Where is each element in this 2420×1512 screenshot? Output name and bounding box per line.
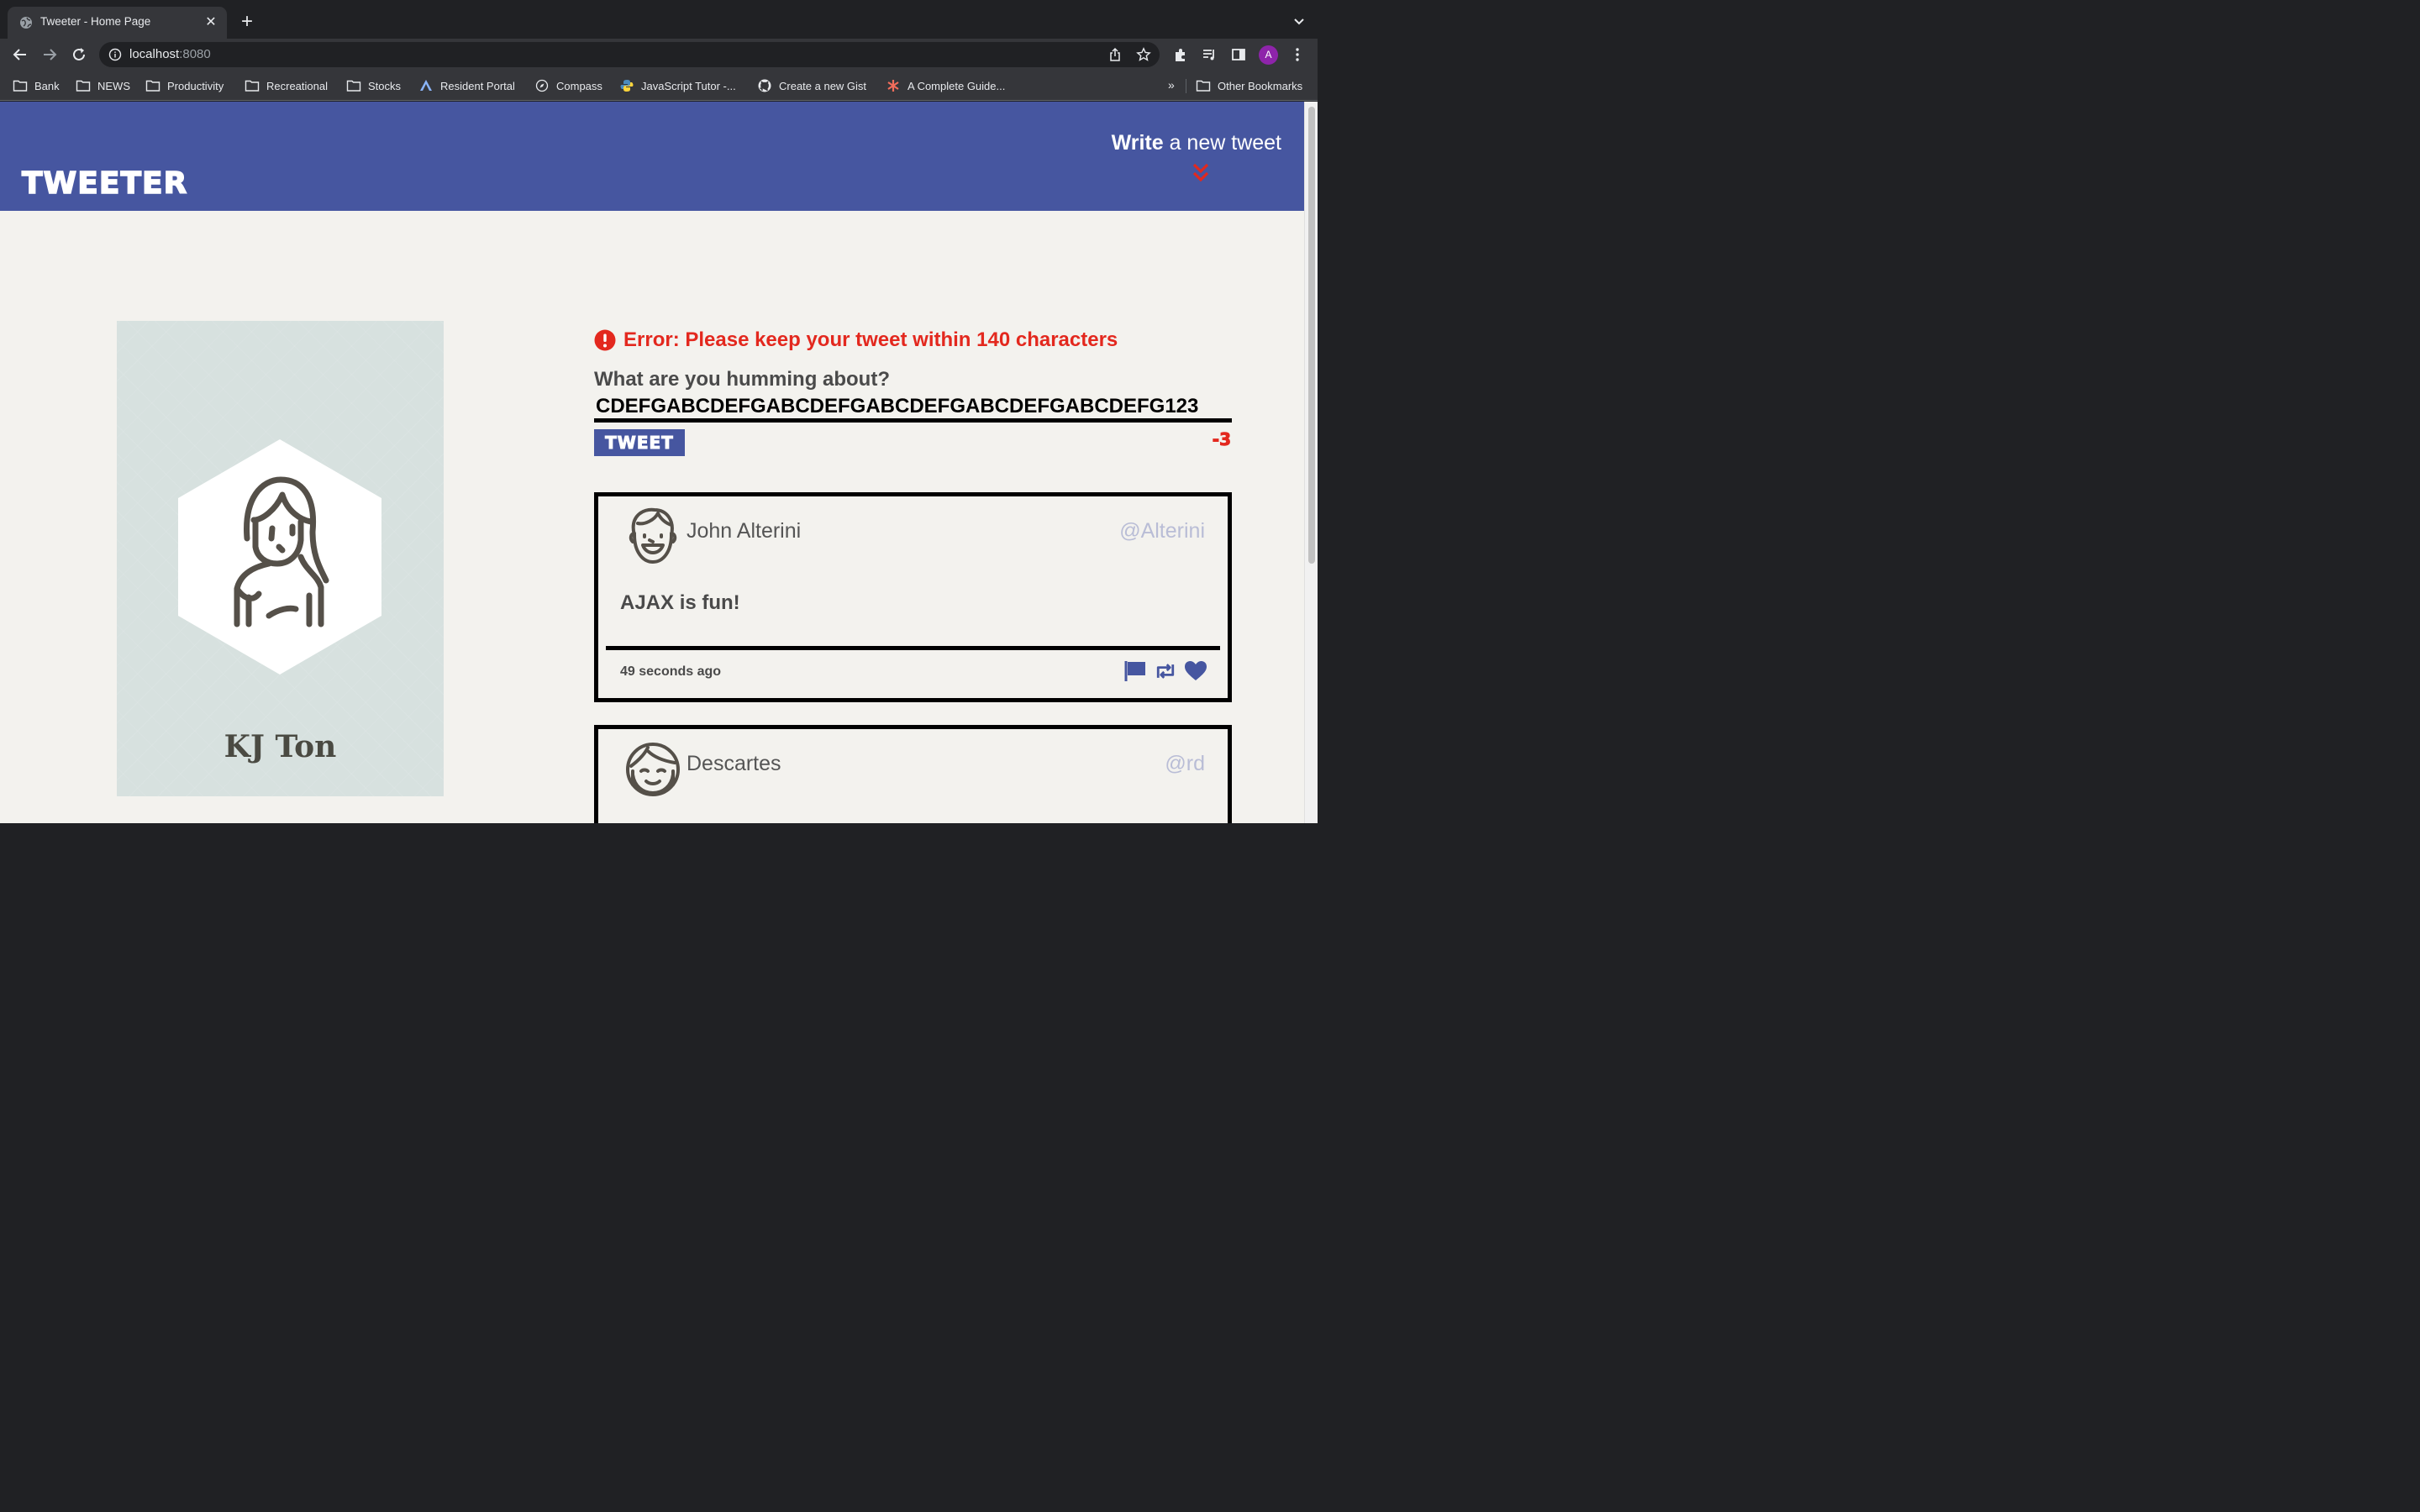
user-avatar <box>629 507 677 564</box>
heart-icon[interactable] <box>1184 660 1207 682</box>
folder-icon <box>76 80 91 92</box>
profile-card: KJ Ton <box>117 321 444 796</box>
chevron-down-icon[interactable] <box>1292 14 1306 28</box>
page-viewport: TWEETER Write a new tweet KJ Ton Error: … <box>0 102 1304 823</box>
tweet-author-handle: @Alterini <box>1119 519 1205 543</box>
bookmark-javascript-tutor[interactable]: JavaScript Tutor -... <box>619 78 736 93</box>
tweet-author-handle: @rd <box>1165 752 1205 775</box>
flag-icon[interactable] <box>1123 660 1147 682</box>
site-logo[interactable]: TWEETER <box>21 165 187 202</box>
user-avatar <box>626 743 680 796</box>
bookmark-star-icon[interactable] <box>1136 47 1151 62</box>
bookmark-complete-guide[interactable]: A Complete Guide... <box>886 78 1005 93</box>
tweet-textarea[interactable]: CDEFGABCDEFGABCDEFGABCDEFGABCDEFGABCDEFG… <box>594 394 1232 423</box>
retweet-icon[interactable] <box>1154 660 1177 682</box>
folder-icon <box>145 80 160 92</box>
more-menu-icon[interactable] <box>1290 47 1305 62</box>
share-icon[interactable] <box>1107 47 1123 62</box>
address-bar[interactable]: localhost:8080 <box>99 42 1160 67</box>
github-icon <box>758 79 771 92</box>
tab-strip: Tweeter - Home Page ✕ + <box>0 0 1318 39</box>
bookmark-stocks[interactable]: Stocks <box>346 78 401 93</box>
bookmark-compass[interactable]: Compass <box>534 78 602 93</box>
tweet-card: Descartes @rd <box>594 725 1232 823</box>
error-icon <box>594 329 616 351</box>
reload-icon[interactable] <box>70 45 88 64</box>
asterisk-icon <box>887 80 899 92</box>
tweet-card: John Alterini @Alterini AJAX is fun! 49 … <box>594 492 1232 702</box>
compass-icon <box>535 79 549 92</box>
tweet-author-name: John Alterini <box>687 519 802 543</box>
tweet-timestamp: 49 seconds ago <box>620 664 722 679</box>
new-tab-button[interactable]: + <box>238 12 256 32</box>
browser-toolbar: localhost:8080 A <box>0 39 1318 71</box>
bookmark-create-gist[interactable]: Create a new Gist <box>757 78 866 93</box>
python-icon <box>620 80 634 92</box>
bookmarks-overflow-button[interactable]: » <box>1168 78 1175 92</box>
page-scrollbar[interactable] <box>1304 102 1318 823</box>
forward-icon[interactable] <box>40 45 59 64</box>
tweet-button[interactable]: TWEET <box>594 429 685 456</box>
bookmark-bank[interactable]: Bank <box>13 78 60 93</box>
url-text: localhost:8080 <box>129 47 211 61</box>
compose-label: What are you humming about? <box>594 368 890 391</box>
character-counter: -3 <box>1212 429 1231 450</box>
tweet-text: AJAX is fun! <box>620 591 740 614</box>
folder-icon <box>13 80 28 92</box>
bookmark-news[interactable]: NEWS <box>76 78 130 93</box>
side-panel-icon[interactable] <box>1231 47 1246 62</box>
bookmark-recreational[interactable]: Recreational <box>245 78 328 93</box>
profile-avatar[interactable]: A <box>1259 45 1278 65</box>
write-new-tweet-link[interactable]: Write a new tweet <box>1112 131 1281 155</box>
error-message: Error: Please keep your tweet within 140… <box>594 328 1118 352</box>
portal-icon <box>420 80 432 91</box>
tweet-author-name: Descartes <box>687 752 781 775</box>
tab-title: Tweeter - Home Page <box>40 15 151 28</box>
bookmark-productivity[interactable]: Productivity <box>145 78 224 93</box>
back-icon[interactable] <box>11 45 29 64</box>
other-bookmarks[interactable]: Other Bookmarks <box>1196 78 1302 93</box>
browser-tab[interactable]: Tweeter - Home Page ✕ <box>8 7 227 39</box>
media-queue-icon[interactable] <box>1202 47 1217 62</box>
tweet-divider <box>606 646 1220 650</box>
close-tab-icon[interactable]: ✕ <box>203 14 218 29</box>
site-header: TWEETER Write a new tweet <box>0 102 1304 211</box>
profile-avatar-image <box>178 439 381 675</box>
double-chevron-down-icon[interactable] <box>1192 162 1210 184</box>
folder-icon <box>346 80 361 92</box>
globe-icon <box>20 17 32 29</box>
bookmark-resident-portal[interactable]: Resident Portal <box>418 78 515 93</box>
scrollbar-thumb[interactable] <box>1308 107 1315 564</box>
folder-icon <box>245 80 260 92</box>
folder-icon <box>1196 80 1211 92</box>
tweet-actions <box>1123 660 1207 682</box>
profile-name: KJ Ton <box>224 729 337 764</box>
extensions-icon[interactable] <box>1173 47 1188 62</box>
info-icon[interactable] <box>108 48 122 61</box>
bookmarks-bar: Bank NEWS Productivity Recreational Stoc… <box>0 71 1318 101</box>
